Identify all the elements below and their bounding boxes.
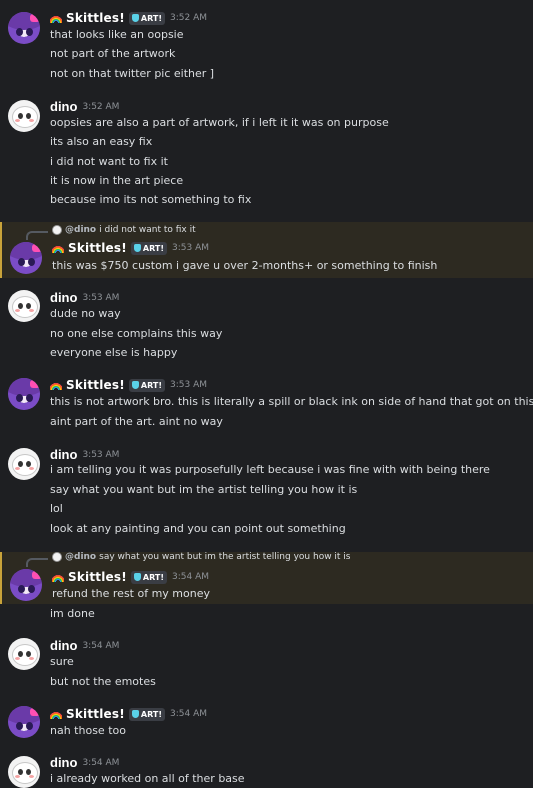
- message-line: this is not artwork bro. this is literal…: [50, 395, 533, 408]
- role-badge: ART!: [128, 707, 165, 721]
- message-line: i am telling you it was purposefully lef…: [50, 463, 490, 476]
- timestamp: 3:54 AM: [82, 640, 120, 651]
- rainbow-icon: [50, 13, 62, 23]
- avatar[interactable]: [8, 638, 40, 670]
- avatar[interactable]: [8, 12, 40, 44]
- message-group: Skittles! ART! 3:54 AM nah those too: [0, 702, 533, 748]
- reply-author: @dino: [65, 225, 97, 235]
- username[interactable]: Skittles!: [66, 378, 125, 392]
- message-line: i did not want to fix it: [50, 155, 168, 168]
- message-line: refund the rest of my money: [52, 587, 210, 600]
- message-line: no one else complains this way: [50, 327, 223, 340]
- timestamp: 3:52 AM: [170, 13, 207, 23]
- message-group: dino 3:53 AM dude no way no one else com…: [0, 278, 533, 370]
- username[interactable]: dino: [50, 447, 77, 462]
- message-line: im done: [50, 607, 95, 620]
- role-badge: ART!: [130, 570, 167, 584]
- message-group: Skittles! ART! 3:52 AM that looks like a…: [0, 0, 533, 92]
- message-line: this was $750 custom i gave u over 2-mon…: [52, 259, 438, 272]
- message-line: say what you want but im the artist tell…: [50, 483, 358, 496]
- username[interactable]: Skittles!: [66, 707, 125, 721]
- username[interactable]: Skittles!: [66, 11, 125, 25]
- message-line: that looks like an oopsie: [50, 28, 184, 41]
- message-group: dino 3:54 AM i already worked on all of …: [0, 748, 533, 788]
- avatar[interactable]: [8, 100, 40, 132]
- role-badge: ART!: [128, 11, 165, 25]
- shield-icon: [131, 710, 139, 718]
- message-line: sure: [50, 655, 74, 668]
- shield-icon: [133, 573, 141, 581]
- message-line: oopsies are also a part of artwork, if i…: [50, 116, 389, 129]
- message-line: i already worked on all of ther base: [50, 772, 245, 785]
- avatar[interactable]: [8, 448, 40, 480]
- message-line: lol: [50, 502, 63, 515]
- message-group: dino 3:52 AM oopsies are also a part of …: [0, 92, 533, 222]
- message-group: Skittles! ART! 3:53 AM this is not artwo…: [0, 370, 533, 436]
- message-line: look at any painting and you can point o…: [50, 522, 346, 535]
- message-line: not part of the artwork: [50, 47, 176, 60]
- role-badge: ART!: [128, 378, 165, 392]
- timestamp: 3:53 AM: [170, 380, 207, 390]
- message-line: nah those too: [50, 724, 126, 737]
- reply-text: i did not want to fix it: [99, 225, 196, 235]
- reply-preview[interactable]: @dino i did not want to fix it: [26, 225, 196, 240]
- timestamp: 3:53 AM: [82, 449, 120, 460]
- message-group: @dino i did not want to fix it Skittles!…: [0, 222, 533, 278]
- username[interactable]: dino: [50, 99, 77, 114]
- shield-icon: [131, 381, 139, 389]
- timestamp: 3:54 AM: [170, 709, 207, 719]
- shield-icon: [131, 14, 139, 22]
- message-line: but not the emotes: [50, 675, 156, 688]
- message-line: it is now in the art piece: [50, 174, 184, 187]
- reply-preview[interactable]: @dino say what you want but im the artis…: [26, 552, 351, 567]
- reply-text: say what you want but im the artist tell…: [99, 552, 351, 562]
- message-line: its also an easy fix: [50, 135, 153, 148]
- role-badge: ART!: [130, 241, 167, 255]
- timestamp: 3:53 AM: [172, 243, 209, 253]
- reply-avatar: [52, 552, 62, 562]
- avatar[interactable]: [8, 378, 40, 410]
- message-line: dude no way: [50, 307, 121, 320]
- rainbow-icon: [52, 572, 64, 582]
- timestamp: 3:52 AM: [82, 101, 120, 112]
- username[interactable]: dino: [50, 290, 77, 305]
- message-line: everyone else is happy: [50, 346, 178, 359]
- avatar[interactable]: [8, 756, 40, 788]
- username[interactable]: dino: [50, 755, 77, 770]
- username[interactable]: Skittles!: [68, 241, 127, 255]
- message-line: not on that twitter pic either ]: [50, 67, 215, 80]
- message-group: @dino say what you want but im the artis…: [0, 552, 533, 604]
- avatar[interactable]: [8, 706, 40, 738]
- avatar[interactable]: [10, 242, 42, 274]
- chat-log: Skittles! ART! 3:52 AM that looks like a…: [0, 0, 533, 788]
- reply-author: @dino: [65, 552, 97, 562]
- rainbow-icon: [52, 243, 64, 253]
- avatar[interactable]: [8, 290, 40, 322]
- timestamp: 3:54 AM: [172, 572, 209, 582]
- reply-avatar: [52, 225, 62, 235]
- message-line: because imo its not something to fix: [50, 193, 252, 206]
- rainbow-icon: [50, 709, 62, 719]
- message-group: dino 3:53 AM i am telling you it was pur…: [0, 436, 533, 552]
- message-group: dino 3:54 AM sure but not the emotes: [0, 630, 533, 702]
- message-line: aint part of the art. aint no way: [50, 415, 223, 428]
- avatar[interactable]: [10, 569, 42, 601]
- timestamp: 3:54 AM: [82, 757, 120, 768]
- rainbow-icon: [50, 380, 62, 390]
- username[interactable]: Skittles!: [68, 570, 127, 584]
- username[interactable]: dino: [50, 638, 77, 653]
- shield-icon: [133, 244, 141, 252]
- timestamp: 3:53 AM: [82, 292, 120, 303]
